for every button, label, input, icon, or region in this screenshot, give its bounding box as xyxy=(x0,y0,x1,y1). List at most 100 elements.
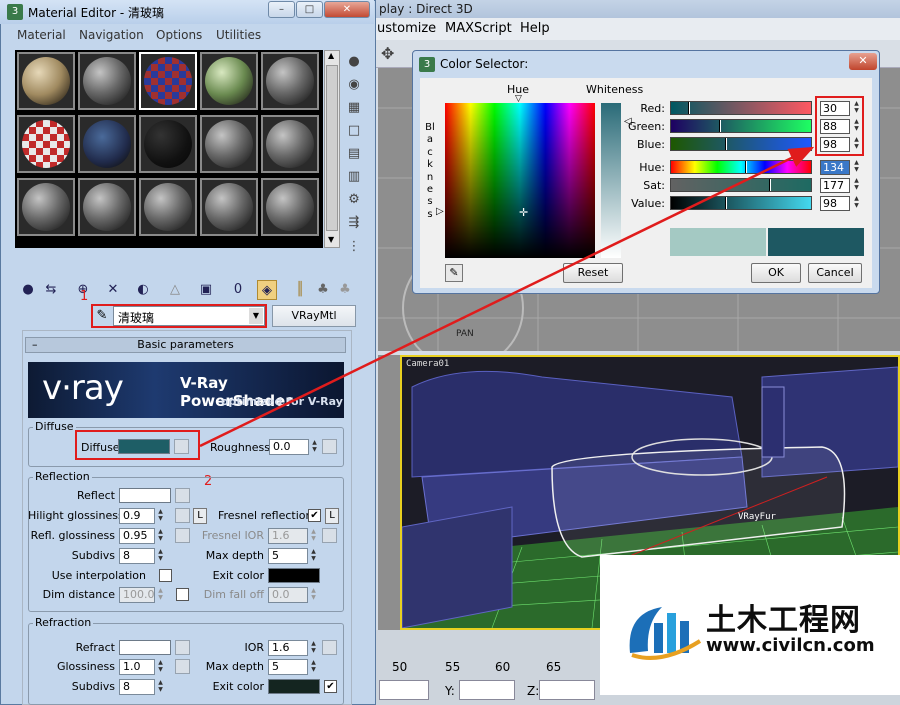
refraction-subdivs-spinner[interactable]: ▲ ▼ xyxy=(156,679,165,695)
hue-spinner[interactable]: ▲ ▼ xyxy=(852,159,861,175)
blackness-pointer-icon[interactable]: ▷ xyxy=(436,206,444,217)
reflection-max-depth-spinner[interactable]: ▲ ▼ xyxy=(309,548,318,564)
blue-slider-thumb[interactable] xyxy=(725,138,727,150)
use-interpolation-checkbox[interactable] xyxy=(159,569,172,582)
picker-crosshair-icon[interactable]: ✛ xyxy=(519,206,528,219)
slots-scrollbar[interactable]: ▲ ▼ xyxy=(324,50,340,248)
refraction-subdivs-input[interactable]: 8 xyxy=(119,679,155,695)
material-slot-7[interactable] xyxy=(78,115,136,173)
cancel-button[interactable]: Cancel xyxy=(808,263,862,283)
green-slider-thumb[interactable] xyxy=(719,120,721,132)
material-slot-2[interactable] xyxy=(78,52,136,110)
dim-falloff-spinner[interactable]: ▲ ▼ xyxy=(309,587,318,603)
fresnel-lock-button[interactable]: L xyxy=(325,508,339,524)
hilight-glossiness-map-button[interactable] xyxy=(175,508,190,523)
sat-value[interactable]: 177 xyxy=(820,178,850,193)
put-to-scene-icon[interactable]: ⇆ xyxy=(41,280,61,300)
reflection-max-depth-input[interactable]: 5 xyxy=(268,548,308,564)
hue-slider-thumb[interactable] xyxy=(745,161,747,173)
hilight-glossiness-spinner[interactable]: ▲ ▼ xyxy=(156,508,165,524)
material-type-button[interactable]: VRayMtl xyxy=(272,305,356,327)
minimize-button[interactable]: – xyxy=(268,1,295,18)
hue-blackness-picker[interactable]: ✛ xyxy=(445,103,595,258)
glossiness-input[interactable]: 1.0 xyxy=(119,659,155,675)
red-slider[interactable] xyxy=(670,101,812,115)
material-slot-11[interactable] xyxy=(17,178,75,236)
go-to-parent-icon[interactable]: ♣ xyxy=(313,280,333,300)
show-end-result-icon[interactable]: ║ xyxy=(290,280,310,300)
make-unique-icon[interactable]: △ xyxy=(165,280,185,300)
refraction-max-depth-spinner[interactable]: ▲ ▼ xyxy=(309,659,318,675)
material-slot-3[interactable] xyxy=(139,52,197,110)
eyedropper-icon[interactable]: ✎ xyxy=(445,264,463,282)
reflection-subdivs-spinner[interactable]: ▲ ▼ xyxy=(156,548,165,564)
material-slot-8[interactable] xyxy=(139,115,197,173)
material-slot-6[interactable] xyxy=(17,115,75,173)
menu-help[interactable]: Help xyxy=(520,21,550,36)
close-button[interactable]: ✕ xyxy=(324,1,370,18)
roughness-input[interactable]: 0.0 xyxy=(269,439,309,455)
video-color-check-icon[interactable]: ▤ xyxy=(345,145,363,163)
reset-button[interactable]: Reset xyxy=(563,263,623,283)
show-map-in-viewport-icon[interactable]: ◈ xyxy=(257,280,277,300)
glossiness-map-button[interactable] xyxy=(175,659,190,674)
fresnel-ior-map-button[interactable] xyxy=(322,528,337,543)
red-slider-thumb[interactable] xyxy=(688,102,690,114)
material-slot-4[interactable] xyxy=(200,52,258,110)
get-material-icon[interactable]: ● xyxy=(18,280,38,300)
sat-spinner[interactable]: ▲ ▼ xyxy=(852,177,861,193)
material-slot-9[interactable] xyxy=(200,115,258,173)
material-slot-1[interactable] xyxy=(17,52,75,110)
refraction-max-depth-input[interactable]: 5 xyxy=(268,659,308,675)
material-map-navigator-icon[interactable]: ⋮ xyxy=(345,238,363,256)
x-coord-field[interactable] xyxy=(379,680,429,700)
refract-color-swatch[interactable] xyxy=(119,640,171,655)
sat-slider-thumb[interactable] xyxy=(769,179,771,191)
hilight-glossiness-input[interactable]: 0.9 xyxy=(119,508,155,524)
maximize-button[interactable]: □ xyxy=(296,1,323,18)
blue-slider[interactable] xyxy=(670,137,812,151)
put-to-library-icon[interactable]: ▣ xyxy=(196,280,216,300)
refraction-exit-color-checkbox[interactable]: ✔ xyxy=(324,680,337,693)
reset-map-icon[interactable]: ✕ xyxy=(103,280,123,300)
sat-slider[interactable] xyxy=(670,178,812,192)
material-slot-14[interactable] xyxy=(200,178,258,236)
roughness-map-button[interactable] xyxy=(322,439,337,454)
value-spinner[interactable]: ▲ ▼ xyxy=(852,195,861,211)
dim-distance-checkbox[interactable] xyxy=(176,588,189,601)
y-coord-field[interactable] xyxy=(459,680,515,700)
glossiness-spinner[interactable]: ▲ ▼ xyxy=(156,659,165,675)
material-slot-5[interactable] xyxy=(261,52,319,110)
make-preview-icon[interactable]: ▥ xyxy=(345,168,363,186)
make-copy-icon[interactable]: ◐ xyxy=(133,280,153,300)
basic-parameters-header[interactable]: – Basic parameters xyxy=(25,337,346,353)
ior-map-button[interactable] xyxy=(322,640,337,655)
ok-button[interactable]: OK xyxy=(751,263,801,283)
refl-glossiness-spinner[interactable]: ▲ ▼ xyxy=(156,528,165,544)
z-coord-field[interactable] xyxy=(539,680,595,700)
menu-options[interactable]: Options xyxy=(156,28,202,42)
refract-map-button[interactable] xyxy=(175,640,190,655)
material-effects-channel-icon[interactable]: 0 xyxy=(228,280,248,300)
value-slider[interactable] xyxy=(670,196,812,210)
color-selector-close-button[interactable]: ✕ xyxy=(849,53,877,70)
refl-glossiness-input[interactable]: 0.95 xyxy=(119,528,155,544)
sample-uv-tiling-icon[interactable]: □ xyxy=(345,122,363,140)
reflect-map-button[interactable] xyxy=(175,488,190,503)
roughness-spinner[interactable]: ▲ ▼ xyxy=(310,439,319,455)
fresnel-ior-spinner[interactable]: ▲ ▼ xyxy=(309,528,318,544)
backlight-icon[interactable]: ◉ xyxy=(345,76,363,94)
refraction-exit-color-swatch[interactable] xyxy=(268,679,320,694)
green-slider[interactable] xyxy=(670,119,812,133)
dim-falloff-input[interactable]: 0.0 xyxy=(268,587,308,603)
options-icon[interactable]: ⚙ xyxy=(345,191,363,209)
value-value[interactable]: 98 xyxy=(820,196,850,211)
value-slider-thumb[interactable] xyxy=(725,197,727,209)
reflection-exit-color-swatch[interactable] xyxy=(268,568,320,583)
ior-input[interactable]: 1.6 xyxy=(268,640,308,656)
ior-spinner[interactable]: ▲ ▼ xyxy=(309,640,318,656)
menu-customize[interactable]: ustomize xyxy=(377,21,436,36)
material-slot-12[interactable] xyxy=(78,178,136,236)
menu-navigation[interactable]: Navigation xyxy=(79,28,144,42)
sample-type-icon[interactable]: ● xyxy=(345,53,363,71)
